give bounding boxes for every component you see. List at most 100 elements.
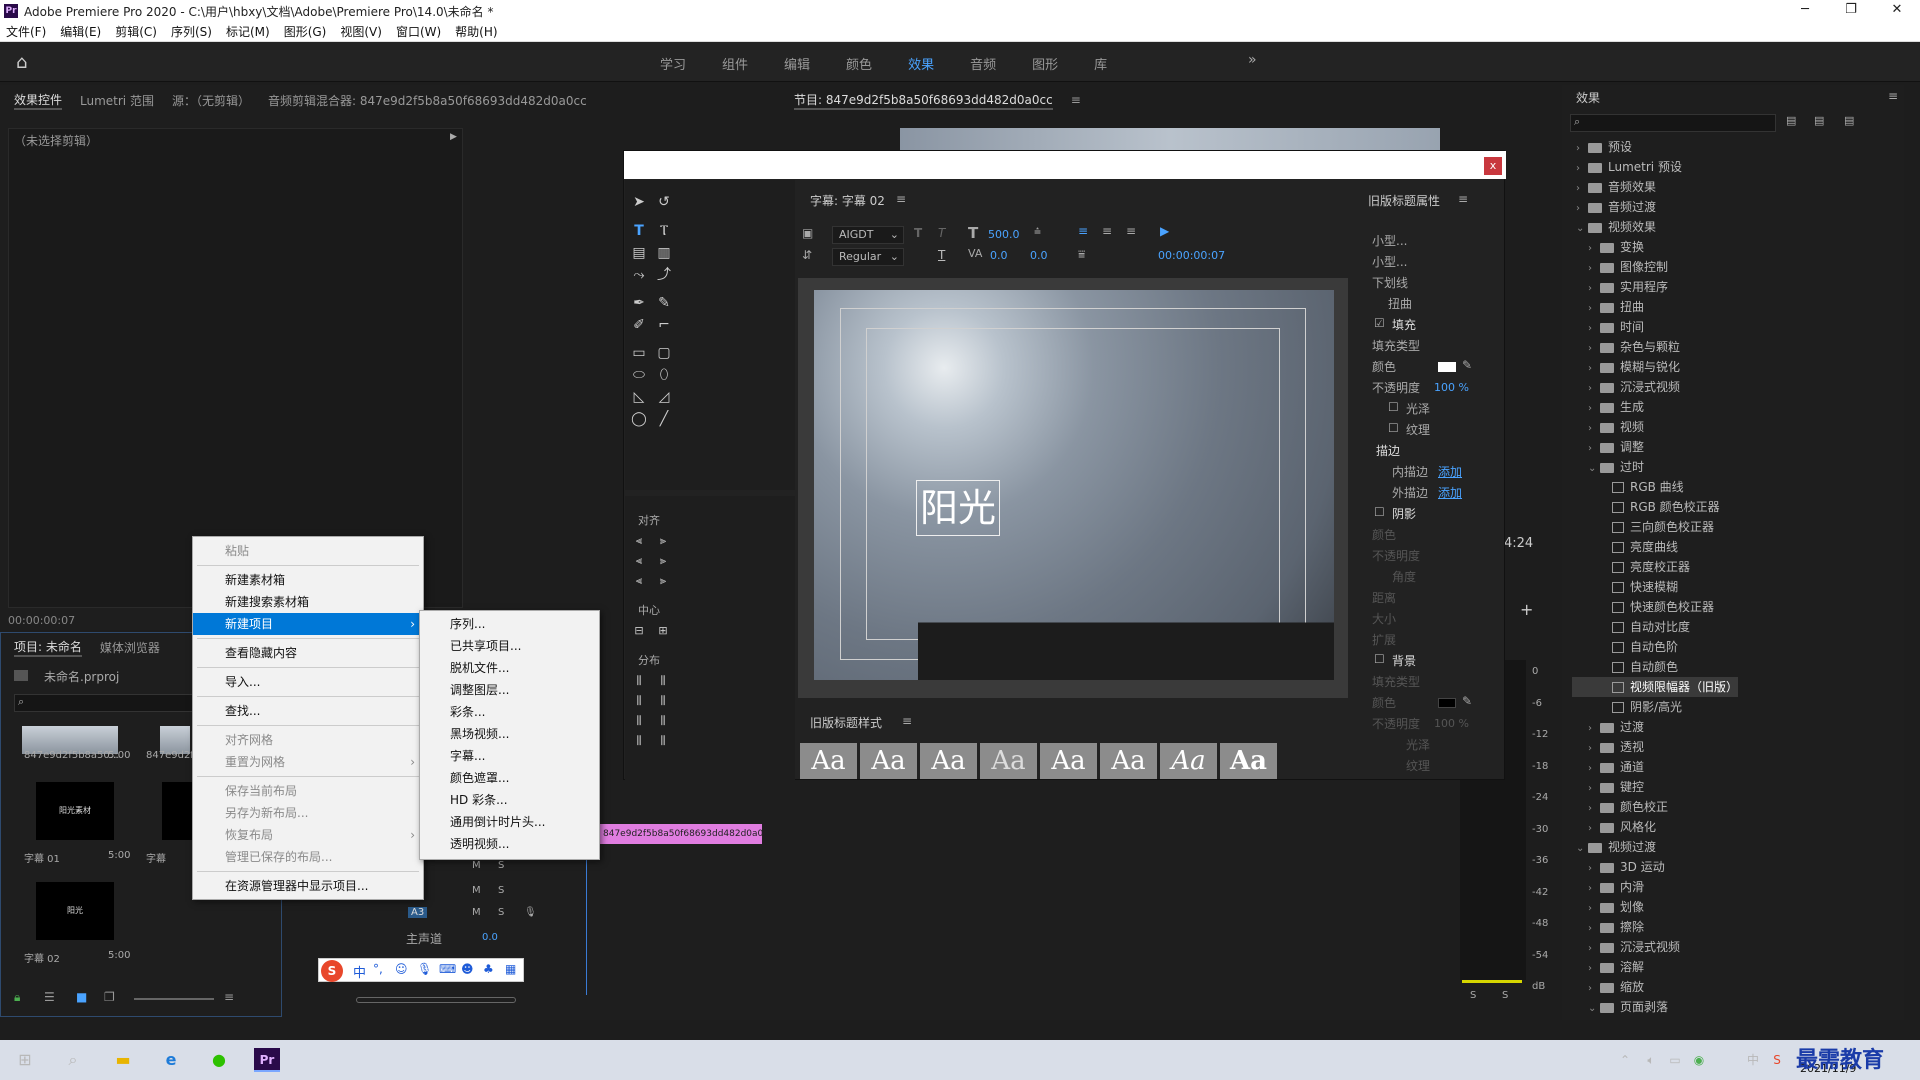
track-row-2-s[interactable]: S xyxy=(498,885,504,896)
workspace-effects[interactable]: 效果 xyxy=(908,54,934,73)
track-row-2-m[interactable]: M xyxy=(472,885,481,896)
align-hcenter-icon[interactable]: ⫷ xyxy=(630,552,648,570)
background-video-icon[interactable]: ▶ xyxy=(1160,224,1169,238)
chevron-right-icon[interactable]: › xyxy=(1588,239,1600,259)
add-marker-icon[interactable]: + xyxy=(1520,600,1533,619)
master-track-value[interactable]: 0.0 xyxy=(482,932,498,943)
effect-folder[interactable]: › 溶解 xyxy=(1572,957,1738,977)
project-search-input[interactable] xyxy=(14,694,194,712)
type-tool-icon[interactable]: T xyxy=(630,222,648,240)
chevron-right-icon[interactable]: › xyxy=(1588,859,1600,879)
effect-item[interactable]: 自动色阶 xyxy=(1572,637,1738,657)
close-window-button[interactable]: ✕ xyxy=(1874,0,1920,22)
yuv-effects-icon[interactable]: ▤ xyxy=(1844,114,1854,127)
menu-view-hidden[interactable]: 查看隐藏内容 xyxy=(193,642,423,664)
effect-folder[interactable]: ⌄ 过时 xyxy=(1572,457,1738,477)
chevron-right-icon[interactable]: › xyxy=(1588,299,1600,319)
premiere-taskbar-icon[interactable]: Pr xyxy=(254,1048,280,1072)
tray-app-icon[interactable]: ◉ xyxy=(1686,1048,1712,1072)
align-left-icon[interactable]: ⫷ xyxy=(630,532,648,550)
effect-folder[interactable]: › 音频过渡 xyxy=(1572,197,1738,217)
menu-paste[interactable]: 粘贴 xyxy=(193,540,423,562)
effect-folder[interactable]: ⌄ 页面剥落 xyxy=(1572,997,1738,1017)
wechat-icon[interactable]: ● xyxy=(206,1048,232,1072)
project-thumb-5[interactable]: 阳光 xyxy=(36,882,114,940)
distribute-3-icon[interactable]: ⫼ xyxy=(630,692,648,710)
track-row-1-s[interactable]: S xyxy=(498,860,504,871)
font-size-value[interactable]: 500.0 xyxy=(988,228,1020,241)
chevron-right-icon[interactable]: › xyxy=(1588,799,1600,819)
tray-chevron-icon[interactable]: ⌃ xyxy=(1612,1048,1638,1072)
effect-item[interactable]: 自动对比度 xyxy=(1572,617,1738,637)
chevron-right-icon[interactable]: › xyxy=(1588,899,1600,919)
convert-anchor-tool-icon[interactable]: ⌐ xyxy=(655,316,673,334)
workspace-assembly[interactable]: 组件 xyxy=(722,54,748,73)
track-mic-icon[interactable]: 🎙︎ xyxy=(524,907,537,918)
titler-canvas[interactable]: 阳光 xyxy=(798,278,1348,698)
effect-item[interactable]: 快速颜色校正器 xyxy=(1572,597,1738,617)
menu-window[interactable]: 窗口(W) xyxy=(396,23,441,40)
arc-tool-icon[interactable]: ◿ xyxy=(655,388,673,406)
effect-folder[interactable]: › 模糊与锐化 xyxy=(1572,357,1738,377)
tab-lumetri-scopes[interactable]: Lumetri 范围 xyxy=(80,92,154,109)
fill-checkbox[interactable]: ☑ xyxy=(1374,316,1385,330)
windows-start-icon[interactable]: ⊞ xyxy=(12,1048,38,1072)
chevron-down-icon[interactable]: ⌄ xyxy=(1576,839,1588,859)
ime-skin-icon[interactable]: ♣ xyxy=(483,962,494,976)
maximize-button[interactable]: ❐ xyxy=(1828,0,1874,22)
ime-mode[interactable]: 中 xyxy=(353,962,366,981)
effect-item[interactable]: 自动颜色 xyxy=(1572,657,1738,677)
track-a3-label[interactable]: A3 xyxy=(408,907,428,918)
texture-checkbox[interactable]: ☐ xyxy=(1388,421,1399,435)
timeline-scrollbar[interactable] xyxy=(356,997,516,1003)
eyedropper-icon[interactable]: ✎ xyxy=(1462,358,1472,372)
style-sample-3[interactable]: Aa xyxy=(920,743,977,779)
shadow-checkbox[interactable]: ☐ xyxy=(1374,505,1385,519)
ime-emoji-icon[interactable]: ☺ xyxy=(395,962,408,976)
clipped-rect-tool-icon[interactable]: ⬭ xyxy=(630,366,648,384)
bg-color-swatch[interactable] xyxy=(1438,698,1456,708)
chevron-right-icon[interactable]: › xyxy=(1576,199,1588,219)
submenu-hd-bars[interactable]: HD 彩条... xyxy=(420,789,599,811)
chevron-right-icon[interactable]: › xyxy=(1588,939,1600,959)
tab-effect-controls[interactable]: 效果控件 xyxy=(14,91,63,110)
timeline-clip[interactable]: 847e9d2f5b8a50f68693dd482d0a0cc xyxy=(600,824,762,844)
effect-item[interactable]: 亮度曲线 xyxy=(1572,537,1738,557)
submenu-color-matte[interactable]: 颜色遮罩... xyxy=(420,767,599,789)
chevron-right-icon[interactable]: › xyxy=(1588,439,1600,459)
submenu-adjustment-layer[interactable]: 调整图层... xyxy=(420,679,599,701)
area-type-tool-icon[interactable]: ▤ xyxy=(630,244,648,262)
chevron-right-icon[interactable]: › xyxy=(1576,179,1588,199)
inner-stroke-add[interactable]: 添加 xyxy=(1438,463,1462,480)
menu-save-new-layout[interactable]: 另存为新布局... xyxy=(193,802,423,824)
effect-folder[interactable]: › 实用程序 xyxy=(1572,277,1738,297)
align-left-text-icon[interactable]: ≡ xyxy=(1078,224,1088,238)
32bit-effects-icon[interactable]: ▤ xyxy=(1814,114,1824,127)
effect-folder[interactable]: › 键控 xyxy=(1572,777,1738,797)
tab-project[interactable]: 项目: 未命名 xyxy=(14,638,82,657)
effect-folder[interactable]: › 透视 xyxy=(1572,737,1738,757)
list-view-icon[interactable]: ☰ xyxy=(44,990,55,1004)
effect-folder[interactable]: › 调整 xyxy=(1572,437,1738,457)
chevron-right-icon[interactable]: › xyxy=(1588,739,1600,759)
effect-folder[interactable]: › 划像 xyxy=(1572,897,1738,917)
chevron-right-icon[interactable]: › xyxy=(1588,919,1600,939)
style-sample-2[interactable]: Aa xyxy=(860,743,917,779)
workspace-learn[interactable]: 学习 xyxy=(660,54,686,73)
effect-folder[interactable]: › 时间 xyxy=(1572,317,1738,337)
menu-marker[interactable]: 标记(M) xyxy=(226,23,270,40)
prop-opacity-value[interactable]: 100 % xyxy=(1434,381,1469,394)
menu-restore-layout[interactable]: 恢复布局 › xyxy=(193,824,423,846)
canvas-text-box[interactable]: 阳光 xyxy=(916,480,1000,536)
selection-tool-icon[interactable]: ➤ xyxy=(630,193,648,211)
edge-browser-icon[interactable]: e xyxy=(158,1048,184,1072)
line-tool-icon[interactable]: ╱ xyxy=(655,410,673,428)
chevron-right-icon[interactable]: › xyxy=(1588,819,1600,839)
chevron-right-icon[interactable]: › xyxy=(1576,139,1588,159)
ime-keyboard-icon[interactable]: ⌨ xyxy=(439,962,456,976)
effect-item[interactable]: 亮度校正器 xyxy=(1572,557,1738,577)
network-icon[interactable]: ▭ xyxy=(1662,1048,1688,1072)
background-checkbox[interactable]: ☐ xyxy=(1374,652,1385,666)
workspace-libraries[interactable]: 库 xyxy=(1094,54,1107,73)
lock-icon[interactable]: 🔒︎ xyxy=(14,990,20,1005)
